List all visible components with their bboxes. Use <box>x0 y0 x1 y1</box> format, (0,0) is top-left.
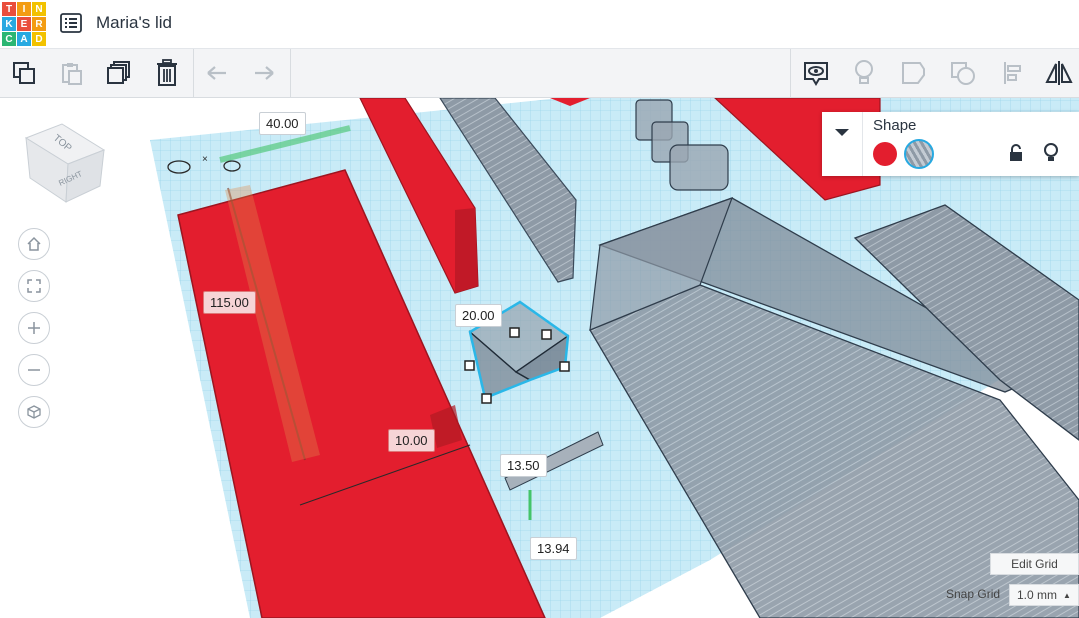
redo-icon[interactable] <box>248 57 280 89</box>
logo-letter: T <box>2 2 16 16</box>
hole-swatch[interactable] <box>904 139 934 169</box>
shape-panel: Shape <box>822 112 1079 176</box>
snap-grid-select[interactable]: 1.0 mm ▲ <box>1009 584 1079 606</box>
logo-letter: N <box>32 2 46 16</box>
tinkercad-logo[interactable]: TIN KER CAD <box>2 2 46 46</box>
zoom-out-icon[interactable] <box>18 354 50 386</box>
svg-text:×: × <box>202 154 208 165</box>
snap-grid-value: 1.0 mm <box>1017 588 1058 602</box>
notes-icon[interactable] <box>848 57 880 89</box>
dimension-width[interactable]: 40.00 <box>259 112 306 135</box>
workplane[interactable]: × TOP RIGHT 40.00 115.00 20.00 10.00 13.… <box>0 98 1079 618</box>
logo-letter: A <box>17 32 31 46</box>
bulb-icon[interactable] <box>1042 142 1060 169</box>
solid-color-swatch[interactable] <box>873 142 897 166</box>
logo-letter: I <box>17 2 31 16</box>
toolbar <box>0 49 1079 98</box>
duplicate-icon[interactable] <box>103 57 135 89</box>
lock-icon[interactable] <box>1008 144 1024 167</box>
logo-letter: C <box>2 32 16 46</box>
snap-grid-label: Snap Grid <box>946 587 1001 601</box>
dimension-elevation[interactable]: 10.00 <box>388 429 435 452</box>
dimension-a[interactable]: 13.50 <box>500 454 547 477</box>
dimension-length[interactable]: 115.00 <box>203 291 256 314</box>
dimension-height[interactable]: 20.00 <box>455 304 502 327</box>
chevron-up-icon: ▲ <box>1063 590 1071 600</box>
collapse-caret-icon[interactable] <box>822 112 863 176</box>
edit-grid-button[interactable]: Edit Grid <box>990 553 1079 575</box>
top-bar: TIN KER CAD Maria's lid <box>0 0 1079 49</box>
fit-icon[interactable] <box>18 270 50 302</box>
logo-letter: D <box>32 32 46 46</box>
undo-icon[interactable] <box>201 57 233 89</box>
logo-letter: E <box>17 17 31 31</box>
ungroup-icon[interactable] <box>947 57 979 89</box>
show-all-icon[interactable] <box>800 57 832 89</box>
zoom-in-icon[interactable] <box>18 312 50 344</box>
list-icon[interactable] <box>60 12 82 34</box>
logo-letter: K <box>2 17 16 31</box>
perspective-icon[interactable] <box>18 396 50 428</box>
mirror-icon[interactable] <box>1043 57 1075 89</box>
view-cube[interactable]: TOP RIGHT <box>22 120 108 206</box>
dimension-b[interactable]: 13.94 <box>530 537 577 560</box>
home-icon[interactable] <box>18 228 50 260</box>
shape-panel-title: Shape <box>873 117 917 134</box>
paste-icon[interactable] <box>55 57 87 89</box>
align-icon[interactable] <box>997 57 1029 89</box>
logo-letter: R <box>32 17 46 31</box>
page-title[interactable]: Maria's lid <box>96 13 172 33</box>
group-icon[interactable] <box>898 57 930 89</box>
delete-icon[interactable] <box>151 57 183 89</box>
copy-icon[interactable] <box>8 57 40 89</box>
